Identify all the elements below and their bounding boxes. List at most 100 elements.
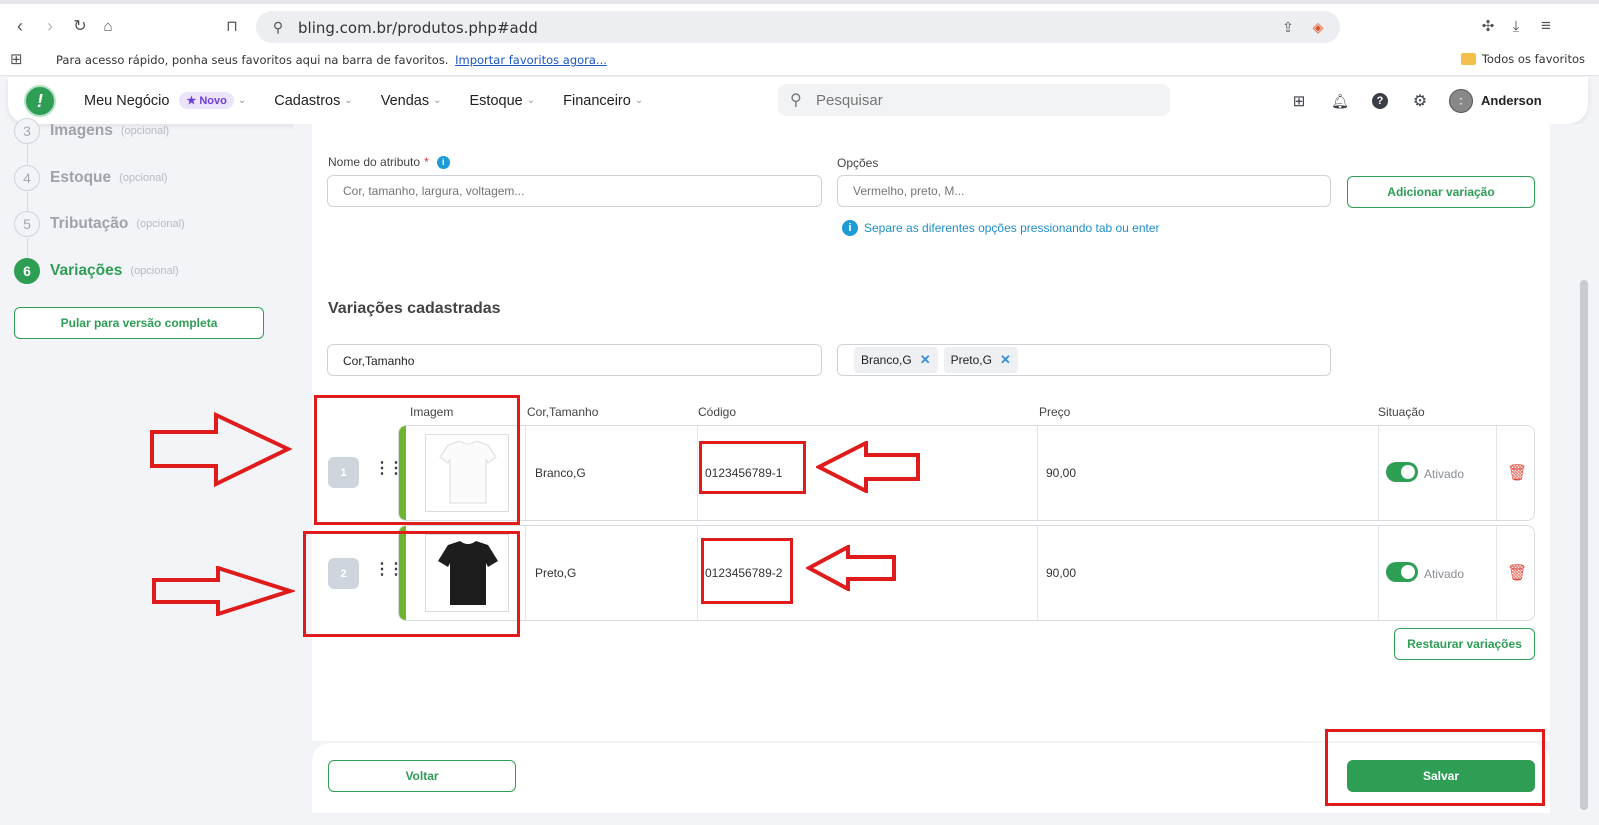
step-estoque[interactable]: 4 Estoque (opcional): [14, 165, 167, 191]
apps-add-icon[interactable]: ⊞: [1289, 91, 1309, 111]
nav-label: Cadastros: [274, 92, 341, 109]
help-icon[interactable]: ?: [1370, 91, 1390, 111]
step-tributacao[interactable]: 5 Tributação (opcional): [14, 211, 185, 237]
forward-icon[interactable]: ›: [38, 14, 62, 38]
remove-icon[interactable]: ✕: [1000, 352, 1011, 368]
required-mark: *: [424, 155, 429, 169]
import-bookmarks-link[interactable]: Importar favoritos agora...: [455, 53, 607, 67]
cell-divider: [1037, 526, 1038, 620]
nav-label: Financeiro: [563, 92, 631, 109]
table-row: Preto,G 0123456789-2 90,00 Ativado 🗑︎: [398, 525, 1535, 621]
scrollbar-thumb[interactable]: [1580, 280, 1588, 810]
step-optional: (opcional): [119, 172, 168, 184]
search-box[interactable]: ⚲: [778, 84, 1170, 116]
trash-icon[interactable]: 🗑︎: [1507, 463, 1527, 483]
cell-divider: [525, 426, 526, 520]
search-input[interactable]: [816, 92, 1156, 109]
nav-estoque[interactable]: Estoque ⌄: [470, 92, 536, 109]
row-price[interactable]: 90,00: [1046, 566, 1076, 580]
search-icon: ⚲: [790, 92, 802, 109]
annotation-box: [314, 395, 520, 525]
bookmark-icon[interactable]: ⊓: [220, 14, 244, 38]
nav-label: Meu Negócio: [84, 92, 170, 109]
extensions-icon[interactable]: ✣: [1476, 14, 1500, 38]
nav-label: Vendas: [380, 92, 430, 109]
remove-icon[interactable]: ✕: [920, 352, 931, 368]
user-name[interactable]: Anderson: [1481, 93, 1542, 108]
attribute-name-label: Nome do atributo * i: [328, 155, 450, 169]
annotation-box: [701, 538, 793, 604]
nav-financeiro[interactable]: Financeiro ⌄: [563, 92, 643, 109]
bling-logo[interactable]: !: [24, 85, 56, 117]
info-icon[interactable]: i: [436, 155, 450, 169]
annotation-arrow-left: [816, 441, 920, 493]
cell-divider: [1496, 526, 1497, 620]
back-icon[interactable]: ‹: [8, 14, 32, 38]
step-number: 6: [14, 258, 40, 284]
add-variation-button[interactable]: Adicionar variação: [1347, 176, 1535, 208]
chevron-down-icon: ⌄: [433, 95, 442, 106]
chevron-down-icon: ⌄: [634, 95, 644, 106]
attribute-name-input[interactable]: [327, 175, 822, 207]
main-nav: Meu Negócio ★ Novo ⌄ Cadastros ⌄ Vendas …: [84, 92, 671, 109]
download-icon[interactable]: ⤓: [1504, 14, 1528, 38]
share-icon[interactable]: ⇪: [1278, 17, 1298, 37]
status-label: Ativado: [1424, 467, 1465, 481]
options-label: Opções: [837, 156, 879, 170]
status-label: Ativado: [1424, 567, 1465, 581]
column-header-price: Preço: [1039, 405, 1071, 419]
apps-grid-icon[interactable]: ⊞: [10, 50, 23, 68]
annotation-arrow-left: [806, 545, 896, 591]
browser-toolbar: ‹ › ↻ ⌂ ⊓ ⚲ bling.com.br/produtos.php#ad…: [0, 0, 1599, 44]
annotation-arrow-right: [150, 412, 293, 487]
restore-variations-button[interactable]: Restaurar variações: [1394, 628, 1535, 660]
annotation-box: [303, 531, 520, 637]
annotation-box: [1325, 729, 1545, 806]
avatar[interactable]: ▪▪ ▪▪: [1449, 89, 1473, 113]
chevron-down-icon: ⌄: [237, 95, 247, 106]
column-header-attribute: Cor,Tamanho: [527, 405, 599, 419]
annotation-box: [699, 441, 806, 494]
nav-cadastros[interactable]: Cadastros ⌄: [274, 92, 352, 109]
step-number: 5: [14, 211, 40, 237]
site-settings-icon[interactable]: ⚲: [268, 17, 288, 37]
step-label: Imagens: [50, 122, 113, 139]
variation-options-field[interactable]: Branco,G ✕ Preto,G ✕: [837, 344, 1331, 376]
option-chip: Branco,G ✕: [854, 347, 938, 373]
nav-vendas[interactable]: Vendas ⌄: [381, 92, 442, 109]
step-label: Estoque: [50, 169, 112, 186]
back-button[interactable]: Voltar: [328, 760, 516, 792]
cell-divider: [1496, 426, 1497, 520]
chevron-down-icon: ⌄: [344, 95, 353, 106]
step-variacoes[interactable]: 6 Variações (opcional): [14, 258, 179, 284]
cell-divider: [697, 526, 698, 620]
options-input[interactable]: [837, 175, 1331, 207]
menu-icon[interactable]: ≡: [1534, 14, 1558, 38]
status-toggle[interactable]: [1386, 462, 1418, 482]
address-bar[interactable]: ⚲ bling.com.br/produtos.php#add ⇪ ◈: [256, 11, 1340, 43]
row-price[interactable]: 90,00: [1046, 466, 1076, 480]
step-label: Tributação: [50, 215, 129, 232]
table-row: Branco,G 0123456789-1 90,00 Ativado 🗑︎: [398, 425, 1535, 521]
brave-shield-icon[interactable]: ◈: [1308, 17, 1328, 37]
cell-divider: [1378, 426, 1379, 520]
url-text: bling.com.br/produtos.php#add: [298, 19, 538, 37]
status-toggle[interactable]: [1386, 562, 1418, 582]
bell-icon[interactable]: 🔔︎: [1330, 91, 1350, 111]
step-label: Variações: [50, 262, 123, 279]
novo-badge: ★ Novo: [179, 92, 234, 109]
all-bookmarks[interactable]: Todos os favoritos: [1460, 52, 1585, 66]
skip-to-full-version-button[interactable]: Pular para versão completa: [14, 307, 264, 339]
variation-attribute-field[interactable]: Cor,Tamanho: [327, 344, 822, 376]
option-chip: Preto,G ✕: [943, 347, 1018, 373]
home-icon[interactable]: ⌂: [96, 14, 120, 38]
row-attribute: Branco,G: [535, 466, 586, 480]
column-header-code: Código: [698, 405, 737, 419]
step-imagens[interactable]: 3 Imagens (opcional): [14, 118, 169, 144]
reload-icon[interactable]: ↻: [68, 14, 92, 38]
gear-icon[interactable]: ⚙: [1410, 91, 1430, 111]
nav-meu-negocio[interactable]: Meu Negócio ★ Novo ⌄: [84, 92, 246, 109]
section-title: Variações cadastradas: [328, 300, 501, 317]
cell-divider: [697, 426, 698, 520]
trash-icon[interactable]: 🗑︎: [1507, 563, 1527, 583]
